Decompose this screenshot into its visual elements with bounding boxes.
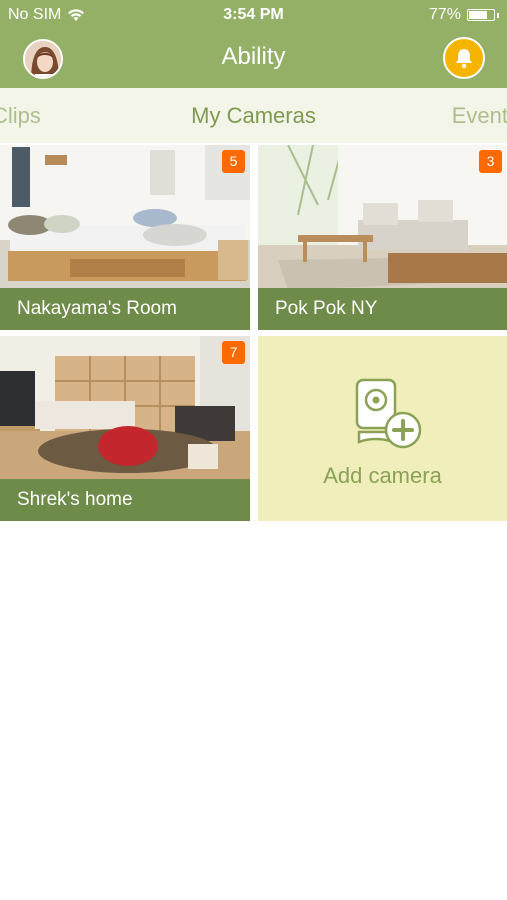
- bell-icon: [456, 49, 472, 69]
- camera-tile[interactable]: 5 Nakayama's Room: [0, 145, 250, 330]
- battery-percent: 77%: [428, 6, 461, 23]
- status-bar: No SIM 3:54 PM 77%: [0, 0, 507, 30]
- camera-plus-icon: [355, 378, 422, 449]
- camera-name: Pok Pok NY: [258, 288, 507, 330]
- page-title: Ability: [221, 43, 286, 70]
- camera-tile[interactable]: 7 Shrek's home: [0, 336, 250, 521]
- add-camera-label: Add camera: [323, 463, 442, 488]
- event-count-badge: 3: [479, 150, 502, 173]
- battery-icon: [467, 9, 495, 21]
- camera-name: Shrek's home: [0, 479, 250, 521]
- tab-events[interactable]: Events: [452, 103, 507, 129]
- battery-info: 77%: [429, 6, 499, 24]
- tab-bar: Clips My Cameras Events: [0, 88, 507, 143]
- notifications-button[interactable]: [443, 37, 485, 79]
- camera-name: Nakayama's Room: [0, 288, 250, 330]
- app-header: No SIM 3:54 PM 77% Ability: [0, 0, 507, 88]
- camera-tile[interactable]: 3 Pok Pok NY: [258, 145, 507, 330]
- event-count-badge: 7: [222, 341, 245, 364]
- event-count-badge: 5: [222, 150, 245, 173]
- add-camera-button[interactable]: Add camera: [258, 336, 507, 521]
- tab-my-cameras[interactable]: My Cameras: [0, 103, 507, 129]
